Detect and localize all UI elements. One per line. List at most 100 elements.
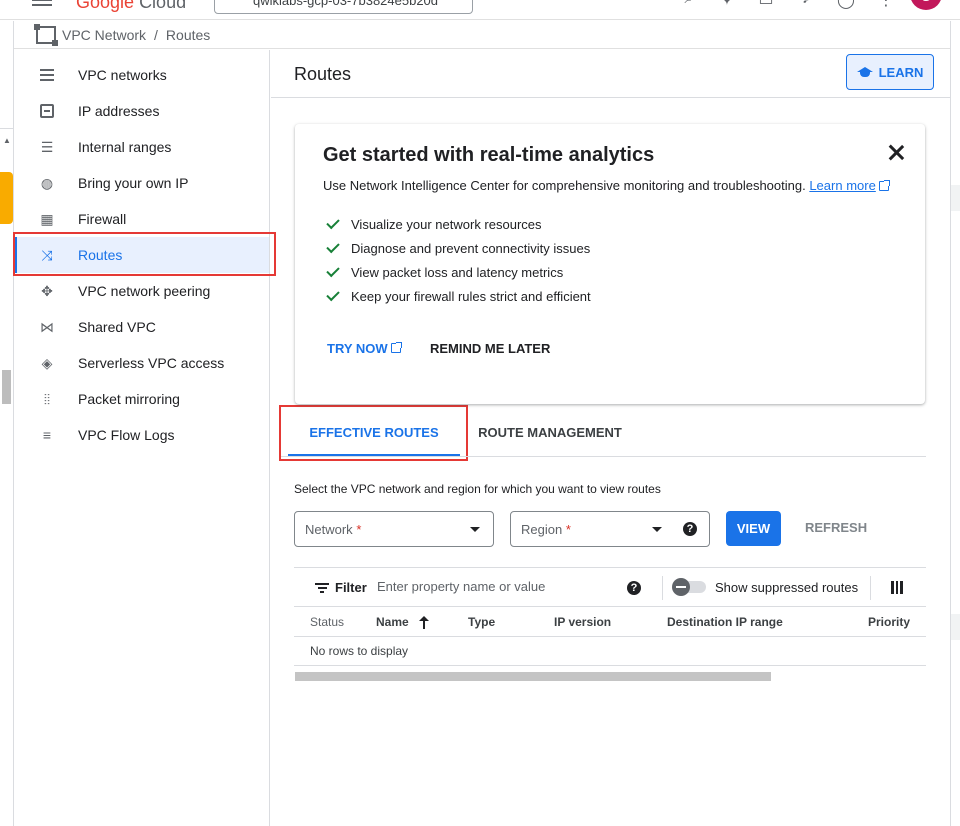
close-icon[interactable]	[885, 142, 907, 164]
ip-addresses-icon	[38, 102, 56, 120]
sidebar-item-packet-mirroring[interactable]: ⦙⦙ Packet mirroring	[14, 381, 269, 417]
column-priority[interactable]: Priority	[868, 615, 910, 629]
notifications-icon[interactable]: ♪	[795, 0, 817, 8]
sidebar-item-label: Bring your own IP	[78, 175, 189, 191]
sidebar-item-label: Internal ranges	[78, 139, 172, 155]
sort-ascending-icon[interactable]	[418, 616, 429, 629]
main-content: Routes LEARN Get started with real-time …	[271, 50, 950, 826]
open-in-new-icon	[390, 342, 402, 353]
sidebar-item-vpc-network-peering[interactable]: ✥ VPC network peering	[14, 273, 269, 309]
sidebar-item-vpc-flow-logs[interactable]: ≡ VPC Flow Logs	[14, 417, 269, 453]
analytics-promo-card: Get started with real-time analytics Use…	[295, 124, 925, 404]
sidebar-item-label: VPC Flow Logs	[78, 427, 175, 443]
google-cloud-logo[interactable]: Google Cloud	[76, 0, 186, 13]
peering-icon: ✥	[41, 282, 53, 299]
check-icon	[326, 239, 340, 253]
help-icon[interactable]: ?	[683, 522, 697, 536]
sidebar-item-shared-vpc[interactable]: ⋈ Shared VPC	[14, 309, 269, 345]
cloud-shell-icon[interactable]: ▭	[755, 0, 777, 9]
learn-more-link[interactable]: Learn more	[809, 178, 890, 193]
column-status[interactable]: Status	[310, 615, 344, 629]
tab-route-management[interactable]: ROUTE MANAGEMENT	[470, 408, 630, 456]
column-type[interactable]: Type	[468, 615, 495, 629]
sidebar-item-label: Firewall	[78, 211, 127, 227]
right-edge-divider	[950, 21, 951, 826]
flow-logs-icon: ≡	[42, 427, 52, 443]
route-tabs: EFFECTIVE ROUTES ROUTE MANAGEMENT	[281, 408, 926, 457]
list-item: Diagnose and prevent connectivity issues	[325, 236, 591, 260]
check-icon	[326, 263, 340, 277]
refresh-button[interactable]: REFRESH	[805, 520, 867, 535]
vpc-networks-icon	[38, 66, 56, 84]
network-select[interactable]: Network *	[294, 511, 494, 547]
filter-bar: Filter ? Show suppressed routes	[294, 567, 926, 607]
empty-state-text: No rows to display	[310, 644, 409, 658]
sidebar-item-firewall[interactable]: ▦ Firewall	[14, 201, 269, 237]
page-title: Routes	[294, 64, 352, 84]
scroll-up-arrow-icon[interactable]: ▲	[3, 136, 11, 145]
sidebar-item-label: Packet mirroring	[78, 391, 180, 407]
column-display-options-icon[interactable]	[891, 581, 904, 594]
table-header: Status Name Type IP version Destination …	[294, 607, 926, 637]
sidebar-item-label: Serverless VPC access	[78, 355, 225, 371]
sidebar: VPC networks IP addresses ☰ Internal ran…	[14, 50, 270, 826]
sidebar-item-label: Shared VPC	[78, 319, 156, 335]
main-menu-icon[interactable]	[32, 0, 52, 8]
region-select[interactable]: Region * ?	[510, 511, 710, 547]
side-panel-tab[interactable]	[0, 172, 13, 224]
sidebar-item-label: VPC network peering	[78, 283, 211, 299]
sidebar-item-vpc-networks[interactable]: VPC networks	[14, 57, 269, 93]
left-edge-rule	[0, 128, 13, 129]
list-item: Keep your firewall rules strict and effi…	[325, 284, 591, 308]
firewall-icon: ▦	[40, 210, 54, 227]
filter-icon[interactable]	[315, 583, 329, 593]
sidebar-item-serverless-vpc-access[interactable]: ◈ Serverless VPC access	[14, 345, 269, 381]
divider	[662, 576, 663, 600]
gemini-icon[interactable]: ✦	[716, 0, 738, 9]
dropdown-arrow-icon	[652, 527, 662, 532]
show-suppressed-routes-label: Show suppressed routes	[715, 580, 859, 595]
show-suppressed-routes-toggle[interactable]	[672, 578, 706, 596]
view-button[interactable]: VIEW	[726, 511, 781, 546]
divider	[870, 576, 871, 600]
breadcrumb-product[interactable]: VPC Network	[62, 27, 146, 43]
internal-ranges-icon: ☰	[40, 138, 54, 155]
column-destination-ip-range[interactable]: Destination IP range	[667, 615, 783, 629]
filter-input[interactable]	[377, 579, 617, 594]
learn-button[interactable]: LEARN	[846, 54, 934, 90]
console-window: Google Cloud qwiklabs-gcp-03-7b3824e5b20…	[0, 0, 960, 826]
sidebar-item-routes[interactable]: ⤨ Routes	[14, 237, 269, 273]
column-name[interactable]: Name	[376, 615, 429, 629]
shared-vpc-icon: ⋈	[40, 318, 54, 335]
toggle-off-icon	[672, 578, 690, 596]
sidebar-item-internal-ranges[interactable]: ☰ Internal ranges	[14, 129, 269, 165]
breadcrumb-page: Routes	[165, 27, 211, 43]
vpc-network-product-icon	[34, 24, 58, 46]
sidebar-item-bring-your-own-ip[interactable]: ◍ Bring your own IP	[14, 165, 269, 201]
account-avatar[interactable]: S	[910, 0, 942, 10]
try-now-button[interactable]: TRY NOW	[327, 334, 402, 362]
search-icon[interactable]: ⌕	[678, 0, 700, 8]
list-item: View packet loss and latency metrics	[325, 260, 591, 284]
remind-me-later-button[interactable]: REMIND ME LATER	[430, 334, 550, 362]
sidebar-item-label: IP addresses	[78, 103, 160, 119]
right-panel-fragment	[951, 185, 960, 211]
project-selector[interactable]: qwiklabs-gcp-03-7b3824e5b20d	[214, 0, 473, 14]
dropdown-arrow-icon	[470, 527, 480, 532]
left-scrollbar-thumb[interactable]	[2, 370, 11, 404]
right-panel-fragment	[951, 614, 960, 640]
list-item: Visualize your network resources	[325, 212, 591, 236]
check-icon	[326, 215, 340, 229]
tab-effective-routes[interactable]: EFFECTIVE ROUTES	[288, 408, 460, 456]
sidebar-item-ip-addresses[interactable]: IP addresses	[14, 93, 269, 129]
top-bar: Google Cloud qwiklabs-gcp-03-7b3824e5b20…	[0, 0, 960, 20]
globe-icon: ◍	[40, 174, 54, 191]
column-ip-version[interactable]: IP version	[554, 615, 611, 629]
filter-label: Filter	[335, 580, 367, 595]
serverless-icon: ◈	[41, 354, 53, 371]
packet-mirroring-icon: ⦙⦙	[43, 390, 51, 407]
help-icon[interactable]: ◯	[835, 0, 857, 9]
help-icon[interactable]: ?	[627, 581, 641, 595]
more-options-icon[interactable]: ⋮	[875, 0, 897, 9]
table-horizontal-scrollbar[interactable]	[295, 672, 771, 681]
